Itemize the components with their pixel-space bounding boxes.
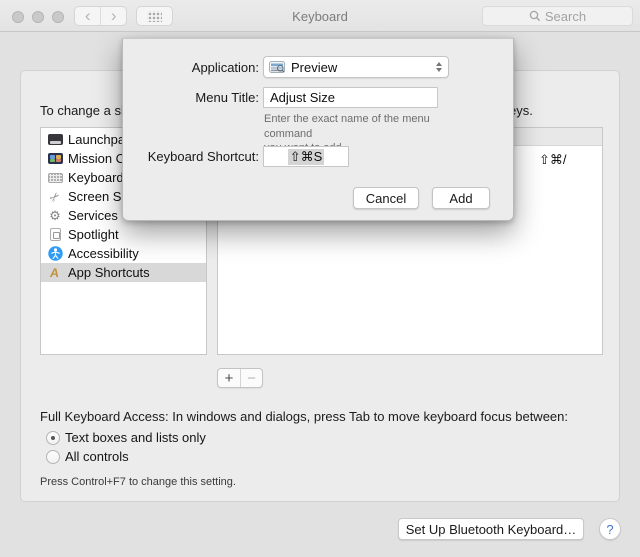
menu-title-label: Menu Title:: [123, 90, 259, 106]
launchpad-icon: [47, 134, 63, 145]
add-shortcut-sheet: Application: Preview Menu Title: Adjust …: [122, 38, 514, 221]
add-shortcut-button[interactable]: +: [218, 369, 240, 387]
sidebar-item-label: Accessibility: [68, 246, 139, 261]
app-shortcuts-icon: A: [47, 266, 63, 280]
keyboard-shortcut-label: Keyboard Shortcut:: [123, 149, 259, 165]
setup-bluetooth-keyboard-button[interactable]: Set Up Bluetooth Keyboard…: [398, 518, 584, 540]
menu-title-input[interactable]: Adjust Size: [263, 87, 438, 108]
radio-button-icon[interactable]: [46, 450, 60, 464]
cancel-button[interactable]: Cancel: [353, 187, 419, 209]
application-popup[interactable]: Preview: [263, 56, 449, 78]
radio-button-icon[interactable]: [46, 431, 60, 445]
shortcut-value: ⇧⌘/: [539, 152, 567, 168]
gear-icon: ⚙: [47, 209, 63, 222]
keyboard-shortcut-input[interactable]: ⇧⌘S: [263, 146, 349, 167]
sidebar-item-accessibility[interactable]: Accessibility: [41, 244, 206, 263]
sidebar-item-app-shortcuts[interactable]: A App Shortcuts: [41, 263, 206, 282]
system-preferences-window: ‹ › Keyboard Search To change a shortcut…: [0, 0, 640, 557]
radio-label: Text boxes and lists only: [65, 430, 206, 445]
radio-label: All controls: [65, 449, 129, 464]
mission-control-icon: [47, 153, 63, 164]
sidebar-item-label: App Shortcuts: [68, 265, 150, 280]
title-bar: ‹ › Keyboard Search: [0, 0, 640, 32]
list-edit-controls: + −: [217, 368, 263, 388]
application-popup-value: Preview: [291, 60, 436, 75]
full-keyboard-access-text: Full Keyboard Access: In windows and dia…: [40, 409, 568, 424]
sidebar-item-label: Spotlight: [68, 227, 119, 242]
application-label: Application:: [123, 60, 259, 76]
remove-shortcut-button[interactable]: −: [240, 369, 262, 387]
control-f7-footnote: Press Control+F7 to change this setting.: [40, 476, 236, 488]
document-icon: [47, 228, 63, 241]
shortcut-keys-value: ⇧⌘S: [288, 149, 325, 165]
sidebar-item-spotlight[interactable]: Spotlight: [41, 225, 206, 244]
help-button[interactable]: ?: [599, 518, 621, 540]
keyboard-icon: [47, 173, 63, 183]
radio-text-boxes-and-lists[interactable]: Text boxes and lists only: [46, 430, 206, 445]
search-icon: [529, 10, 541, 22]
popup-chevrons-icon: [436, 62, 442, 72]
scissors-icon: ✂: [47, 190, 63, 204]
search-placeholder: Search: [545, 9, 586, 24]
sidebar-item-label: Keyboard: [68, 170, 124, 185]
radio-all-controls[interactable]: All controls: [46, 449, 129, 464]
add-button[interactable]: Add: [432, 187, 490, 209]
sidebar-item-label: Services: [68, 208, 118, 223]
preview-app-icon: [269, 59, 285, 75]
search-input[interactable]: Search: [482, 6, 633, 26]
accessibility-icon: [47, 246, 63, 261]
